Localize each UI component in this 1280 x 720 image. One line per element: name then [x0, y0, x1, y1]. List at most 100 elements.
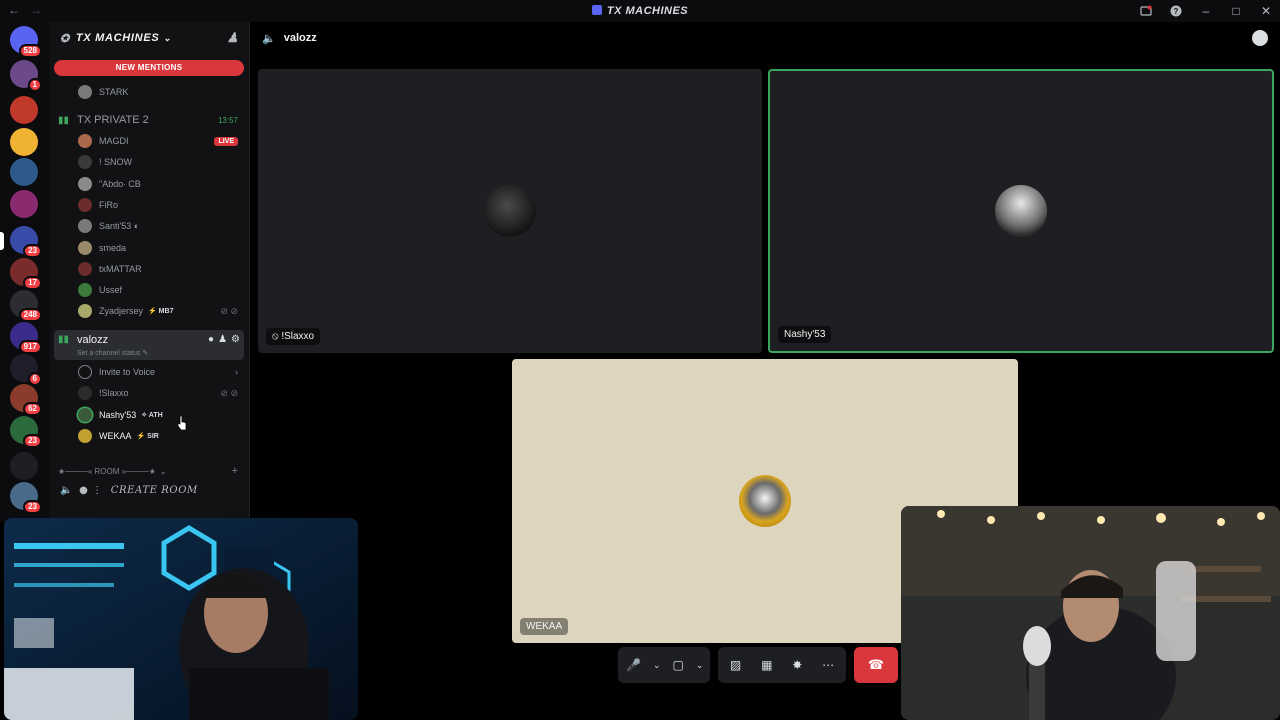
unread-badge: 62 — [23, 402, 42, 416]
avatar — [78, 261, 92, 276]
server-icon-3[interactable] — [10, 128, 38, 156]
voice-activity-icon: ▮▮ — [58, 114, 70, 126]
chat-icon[interactable] — [1252, 30, 1268, 46]
channel-title: valozz — [283, 32, 317, 44]
participant-name: ⦸ !Slaxxo — [266, 328, 321, 345]
invite-icon[interactable]: ♟ — [218, 334, 227, 345]
avatar — [78, 304, 92, 319]
server-icon-6[interactable]: 23 — [10, 226, 42, 258]
voice-channel-create-room[interactable]: 🔈 ● ⋮ CREATE ROOM — [50, 480, 246, 500]
window-title-text: TX MACHINES — [606, 5, 689, 17]
disconnect-icon[interactable]: ☎ — [854, 647, 898, 683]
avatar — [78, 85, 92, 99]
user-tag: ⚡ SIR — [136, 433, 159, 440]
new-mentions-banner[interactable]: NEW MENTIONS — [54, 60, 244, 76]
server-icon-5[interactable] — [10, 190, 38, 218]
minimize-icon[interactable]: – — [1198, 3, 1214, 19]
participant-tile-speaking[interactable]: Nashy'53 — [768, 69, 1274, 353]
avatar — [78, 176, 92, 191]
add-channel-icon[interactable]: + — [232, 465, 238, 477]
server-icon-0[interactable]: 528 — [10, 26, 42, 58]
guild-name: TX MACHINES — [75, 32, 160, 44]
user-name: smeda — [99, 242, 127, 253]
guild-badge-icon: ✪ — [60, 32, 70, 45]
more-options-icon[interactable]: ⋯ — [822, 658, 834, 672]
avatar — [995, 185, 1047, 237]
speaker-icon: 🔈 — [60, 484, 74, 496]
title-bar: ← → TX MACHINES ? – □ ✕ — [0, 0, 1280, 22]
chevron-down-icon[interactable]: ⌄ — [653, 660, 661, 671]
invite-label: Invite to Voice — [99, 367, 156, 377]
screen-share-icon[interactable]: ▨ — [730, 658, 741, 672]
server-icon-4[interactable] — [10, 158, 38, 186]
maximize-icon[interactable]: □ — [1228, 3, 1244, 19]
server-rail: 528 1 23 17 248 917 6 62 23 23 — [0, 22, 50, 522]
voice-user[interactable]: !Slaxxo ⊘ ⊘ — [50, 383, 246, 403]
camera-off-icon[interactable]: ▢ — [673, 658, 684, 672]
voice-user[interactable]: WEKAA ⚡ SIR — [50, 426, 246, 446]
server-icon-12[interactable]: 23 — [10, 416, 42, 448]
activity-group: ▨ ▦ ✸ ⋯ — [718, 647, 846, 683]
voice-user[interactable]: "Abdo∙ CB — [50, 174, 246, 194]
speaker-icon: 🔈 — [262, 32, 276, 45]
settings-gear-icon[interactable]: ⚙ — [231, 334, 240, 345]
voice-user[interactable]: Ussef — [50, 280, 246, 300]
user-name: STARK — [99, 87, 129, 97]
invite-to-voice-row[interactable]: Invite to Voice › — [50, 362, 246, 382]
voice-user[interactable]: txMATTAR — [50, 259, 246, 279]
server-icon-7[interactable]: 17 — [10, 258, 42, 290]
soundboard-icon[interactable]: ✸ — [792, 658, 802, 672]
microphone-icon[interactable]: 🎤 — [626, 658, 641, 672]
user-name: Nashy'53 — [99, 409, 137, 420]
help-icon[interactable]: ? — [1168, 3, 1184, 19]
avatar — [78, 283, 92, 298]
avatar — [78, 219, 92, 234]
user-name: FiRo — [99, 199, 119, 210]
channel-status[interactable]: Set a channel status ✎ — [77, 349, 148, 357]
participant-tile[interactable]: ⦸ !Slaxxo — [258, 69, 762, 353]
user-name: MAGDI — [99, 136, 129, 146]
participant-name: WEKAA — [520, 618, 569, 635]
inbox-icon[interactable] — [1138, 3, 1154, 19]
server-icon-14[interactable]: 23 — [10, 482, 42, 514]
voice-channel-valozz[interactable]: ▮▮ valozz Set a channel status ✎ ● ♟ ⚙ — [54, 330, 244, 360]
room-category[interactable]: ★────« ROOM »────★ ⌄ + — [50, 461, 246, 481]
voice-user[interactable]: FiRo — [50, 195, 246, 215]
server-icon-8[interactable]: 248 — [10, 290, 42, 322]
voice-user[interactable]: ! SNOW — [50, 152, 246, 172]
user-tag: ✧ ATH — [141, 411, 163, 419]
voice-user[interactable]: Nashy'53 ✧ ATH — [50, 405, 246, 425]
server-icon-10[interactable]: 6 — [10, 354, 42, 386]
voice-user[interactable]: Santi'53 ◐ — [50, 216, 246, 236]
unread-badge: 23 — [23, 434, 42, 448]
close-icon[interactable]: ✕ — [1258, 3, 1274, 19]
chat-icon[interactable]: ● — [208, 334, 214, 345]
avatar — [78, 197, 92, 212]
avatar — [739, 475, 791, 527]
voice-channel-tx-private-2[interactable]: ▮▮ TX PRIVATE 2 13:57 — [54, 112, 244, 128]
category-name: ★────« ROOM »────★ — [58, 466, 156, 476]
server-icon-11[interactable]: 62 — [10, 384, 42, 416]
activities-icon[interactable]: ▦ — [761, 658, 772, 672]
voice-user-stark[interactable]: STARK — [50, 82, 246, 102]
user-name: WEKAA — [99, 431, 132, 441]
chevron-down-icon: ⌄ — [159, 466, 167, 476]
app-window: ← → TX MACHINES ? – □ ✕ 528 1 23 17 248 917 6 6… — [0, 0, 1280, 720]
streamer-webcam-right — [901, 506, 1280, 720]
guild-header[interactable]: ✪ TX MACHINES ⌄ ♟ — [50, 22, 249, 54]
server-icon-1[interactable]: 1 — [10, 60, 42, 92]
server-icon-13[interactable] — [10, 452, 38, 480]
avatar — [78, 240, 92, 255]
server-icon-2[interactable] — [10, 96, 38, 124]
voice-user[interactable]: MAGDI LIVE — [50, 131, 246, 151]
unread-badge: 1 — [27, 78, 42, 92]
voice-user[interactable]: smeda — [50, 238, 246, 258]
server-icon-9[interactable]: 917 — [10, 322, 42, 354]
voice-user[interactable]: Zyadjersey ⚡ MB7 ⊘ ⊘ — [50, 301, 246, 321]
unread-badge: 528 — [18, 44, 42, 58]
chevron-down-icon[interactable]: ⌄ — [696, 660, 704, 671]
channel-name: CREATE ROOM — [110, 484, 198, 496]
muted-camera-icon: ⦸ — [272, 331, 282, 342]
user-tag: ⚡ MB7 — [148, 308, 174, 316]
invite-people-icon[interactable]: ♟ — [227, 30, 239, 46]
